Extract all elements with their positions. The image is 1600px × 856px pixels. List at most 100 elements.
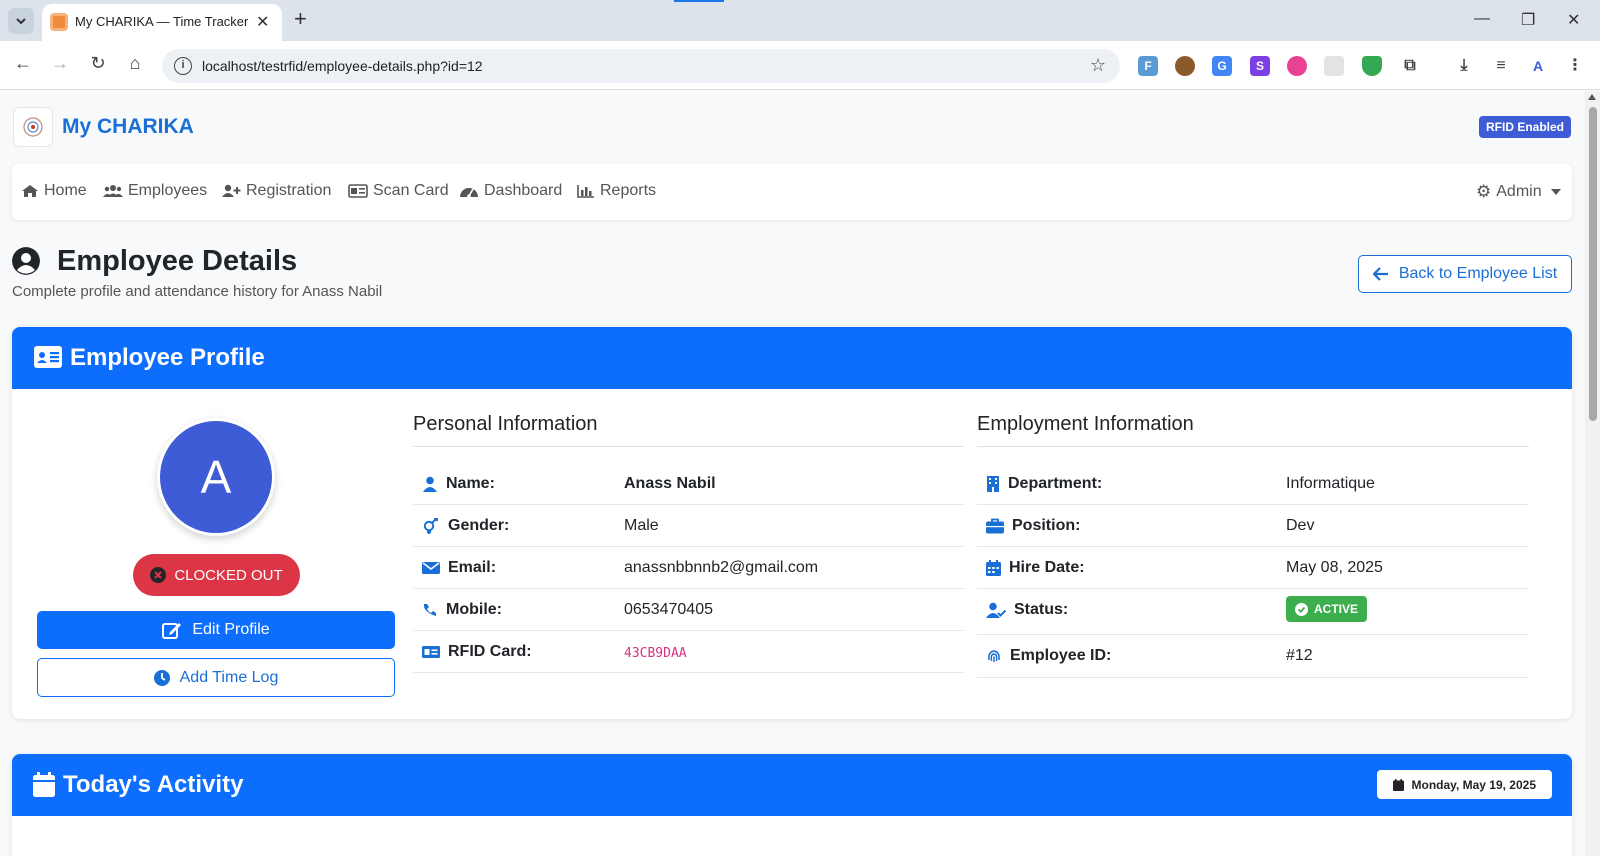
browser-menu-icon[interactable]: ⋮: [1565, 56, 1585, 76]
scroll-up-icon[interactable]: [1588, 94, 1596, 100]
logo-icon: [23, 117, 43, 137]
id-card-icon: [348, 184, 368, 198]
nav-dashboard-label: Dashboard: [484, 182, 563, 199]
clock-status-label: CLOCKED OUT: [174, 566, 283, 584]
loading-indicator: [674, 0, 724, 2]
fingerprint-icon: [988, 650, 1000, 662]
id-card-icon: [34, 346, 62, 368]
nav-registration[interactable]: Registration: [221, 182, 331, 200]
nav-home-label: Home: [44, 182, 87, 199]
add-time-log-button[interactable]: Add Time Log: [37, 658, 395, 697]
id-card-icon: [422, 646, 440, 658]
nav-reports[interactable]: Reports: [577, 182, 656, 200]
edit-profile-button[interactable]: Edit Profile: [37, 611, 395, 649]
extension-shield-icon[interactable]: [1362, 56, 1382, 76]
home-browser-icon[interactable]: ⌂: [123, 53, 147, 74]
envelope-icon: [422, 562, 440, 574]
download-icon[interactable]: ⤓: [1454, 56, 1474, 76]
todays-activity-card: Today's Activity Monday, May 19, 2025: [12, 754, 1572, 856]
admin-dropdown[interactable]: ⚙ Admin: [1476, 182, 1561, 202]
close-tab-icon[interactable]: ✕: [256, 12, 269, 32]
status-value: ACTIVE: [1286, 596, 1368, 622]
position-value: Dev: [1286, 517, 1315, 534]
new-tab-icon[interactable]: +: [294, 8, 307, 30]
nav-employees[interactable]: Employees: [103, 182, 207, 200]
user-check-icon: [986, 602, 1006, 618]
email-label: Email:: [422, 559, 496, 577]
rfid-status-badge: RFID Enabled: [1478, 116, 1571, 138]
department-value: Informatique: [1286, 475, 1375, 492]
rfid-value: 43CB9DAA: [624, 646, 687, 661]
activity-card-title: Today's Activity: [63, 771, 244, 798]
check-circle-icon: [1295, 602, 1308, 616]
extension-fi-icon[interactable]: F: [1138, 56, 1158, 76]
tab-search-button[interactable]: [8, 8, 34, 34]
home-icon: [22, 185, 38, 197]
calendar-small-icon: [1392, 778, 1404, 791]
bar-chart-icon: [577, 185, 594, 198]
nav-registration-label: Registration: [246, 182, 332, 199]
tab-title: My CHARIKA — Time Tracker: [75, 14, 249, 29]
nav-scan-card[interactable]: Scan Card: [348, 182, 449, 200]
employee-id-label: Employee ID:: [986, 647, 1111, 665]
nav-home[interactable]: Home: [21, 182, 87, 200]
back-to-employee-list-button[interactable]: Back to Employee List: [1358, 255, 1572, 293]
name-label: Name:: [422, 475, 495, 493]
extension-s-icon[interactable]: S: [1250, 56, 1270, 76]
reload-icon[interactable]: ↻: [86, 53, 110, 74]
personal-row-rfid: RFID Card: 43CB9DAA: [413, 631, 964, 673]
browser-tab-bar: My CHARIKA — Time Tracker ✕ + — ❐ ✕: [0, 0, 1600, 41]
extensions-puzzle-icon[interactable]: ⧉: [1400, 56, 1420, 76]
back-arrow-icon[interactable]: ←: [11, 53, 35, 74]
personal-row-name: Name: Anass Nabil: [413, 463, 964, 505]
personal-info-title: Personal Information: [413, 413, 598, 435]
nav-scan-card-label: Scan Card: [373, 182, 449, 199]
clock-status-badge: CLOCKED OUT: [133, 554, 300, 596]
x-circle-icon: [150, 567, 167, 583]
employment-row-employee-id: Employee ID: #12: [977, 635, 1529, 678]
brand-name[interactable]: My CHARIKA: [62, 115, 194, 139]
hire-date-value: May 08, 2025: [1286, 559, 1383, 576]
extension-cookie-icon[interactable]: [1175, 56, 1195, 76]
add-time-log-label: Add Time Log: [179, 668, 279, 686]
site-info-icon[interactable]: i: [174, 57, 192, 75]
activity-card-header: Today's Activity Monday, May 19, 2025: [12, 754, 1572, 816]
mobile-value: 0653470405: [624, 601, 713, 618]
briefcase-icon: [986, 518, 1004, 534]
extension-translate-icon[interactable]: G: [1212, 56, 1232, 76]
arrow-left-icon: [1372, 267, 1388, 281]
personal-info-divider: [413, 446, 964, 447]
gender-value: Male: [624, 517, 659, 534]
status-label: Status:: [986, 601, 1068, 619]
gender-icon: [423, 518, 438, 534]
scroll-thumb[interactable]: [1589, 107, 1597, 421]
extension-blank-icon[interactable]: [1324, 56, 1344, 76]
close-window-icon[interactable]: ✕: [1567, 10, 1580, 30]
employment-row-department: Department: Informatique: [977, 463, 1529, 505]
restore-icon[interactable]: ❐: [1521, 10, 1535, 30]
url-text[interactable]: localhost/testrfid/employee-details.php?…: [202, 58, 483, 74]
address-bar[interactable]: i localhost/testrfid/employee-details.ph…: [162, 49, 1120, 83]
page-subtitle: Complete profile and attendance history …: [12, 283, 383, 300]
chevron-down-icon: [16, 18, 26, 25]
profile-icon[interactable]: A: [1528, 56, 1548, 76]
department-label: Department:: [986, 475, 1102, 493]
employment-info-title: Employment Information: [977, 413, 1194, 435]
page-scrollbar[interactable]: [1585, 91, 1600, 856]
media-control-icon[interactable]: ≡: [1491, 56, 1511, 76]
browser-tab[interactable]: My CHARIKA — Time Tracker ✕: [42, 4, 282, 41]
minimize-icon[interactable]: —: [1474, 10, 1490, 28]
name-value: Anass Nabil: [624, 475, 716, 492]
brand-logo[interactable]: [13, 107, 53, 147]
calendar-icon: [986, 560, 1001, 576]
user-circle-icon: [12, 247, 40, 275]
extension-color-icon[interactable]: [1287, 56, 1307, 76]
forward-arrow-icon[interactable]: →: [48, 53, 72, 74]
personal-row-email: Email: anassnbbnnb2@gmail.com: [413, 547, 964, 589]
profile-card-title: Employee Profile: [70, 344, 265, 371]
hire-date-label: Hire Date:: [986, 559, 1085, 577]
employment-row-hire-date: Hire Date: May 08, 2025: [977, 547, 1529, 589]
nav-dashboard[interactable]: Dashboard: [459, 182, 562, 200]
active-status-badge: ACTIVE: [1286, 596, 1368, 622]
bookmark-star-icon[interactable]: ☆: [1090, 55, 1106, 76]
